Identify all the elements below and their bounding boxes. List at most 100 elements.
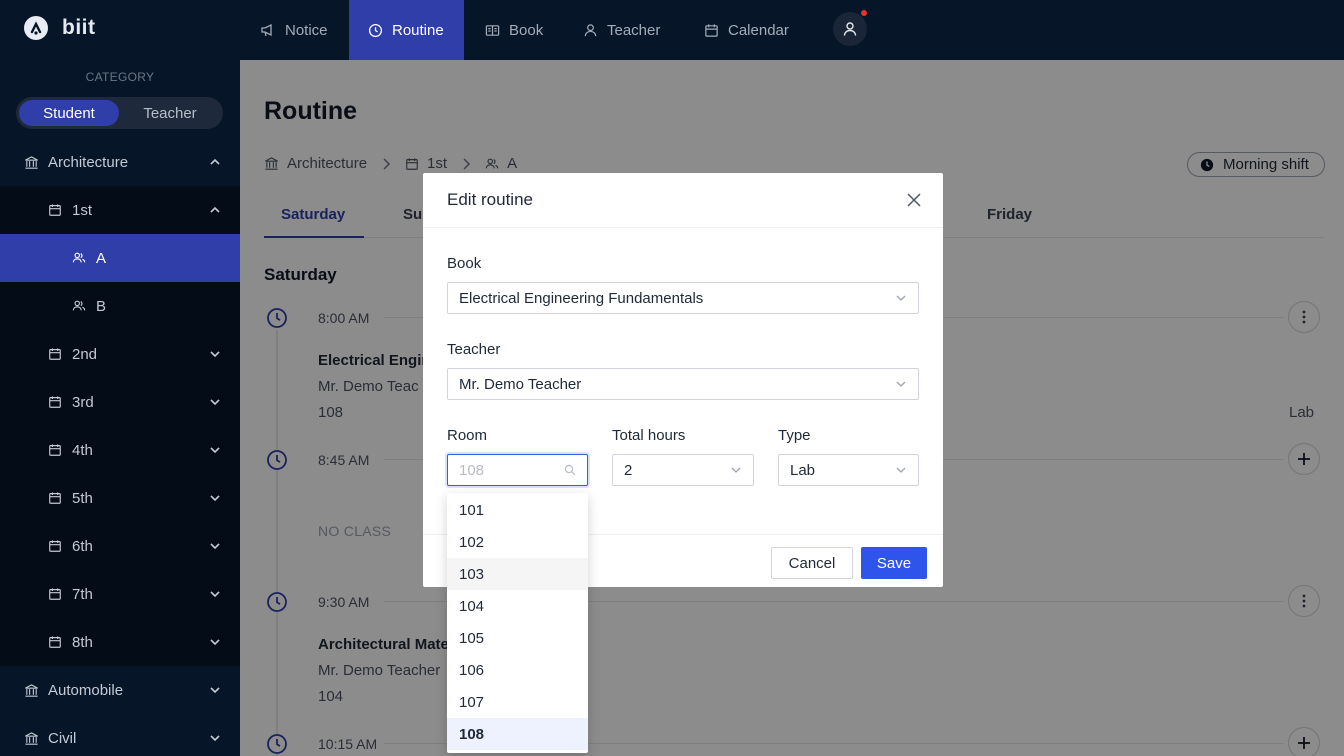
chevron-down-icon [895,464,907,476]
sidebar-semester-5th[interactable]: 5th [0,474,240,522]
chevron-down-icon [209,732,221,744]
sidebar-dept-civil[interactable]: Civil [0,714,240,756]
sidebar-semester-7th[interactable]: 7th [0,570,240,618]
sidebar-semester-label: 4th [72,441,93,459]
category-label: CATEGORY [85,70,155,84]
calendar-icon [704,23,719,38]
room-option[interactable]: 106 [447,654,588,686]
sidebar-semester-label: 3rd [72,393,94,411]
sidebar-semester-4th[interactable]: 4th [0,426,240,474]
top-navbar: biit Notice Routine Book Teacher Calenda… [0,0,1344,60]
sidebar-semester-label: 7th [72,585,93,603]
nav-calendar[interactable]: Calendar [704,0,804,60]
sidebar-dept-automobile[interactable]: Automobile [0,666,240,714]
teacher-field-label: Teacher [447,341,501,358]
chevron-down-icon [209,492,221,504]
sidebar-semester-label: 2nd [72,345,98,363]
chevron-down-icon [209,636,221,648]
room-select[interactable]: 108 [447,454,588,486]
clock-icon [368,23,383,38]
nav-notice[interactable]: Notice [260,0,340,60]
room-option[interactable]: 101 [447,494,588,526]
calendar-icon [48,539,62,553]
nav-routine[interactable]: Routine [349,0,464,60]
room-option[interactable]: 103 [447,558,588,590]
sidebar-section-a[interactable]: A [0,234,240,282]
room-field-label: Room [447,427,488,444]
chevron-down-icon [895,378,907,390]
sidebar-section-label: B [96,297,107,315]
user-avatar-icon [843,22,857,36]
app-logo[interactable]: biit [24,16,96,40]
chevron-up-icon [209,156,221,168]
group-icon [72,299,86,313]
type-field-label: Type [778,427,811,444]
chevron-down-icon [209,540,221,552]
book-select[interactable]: Electrical Engineering Fundamentals [447,282,919,314]
nav-teacher[interactable]: Teacher [583,0,673,60]
sidebar: CATEGORY Student Teacher Architecture 1s… [0,60,240,756]
close-button[interactable] [905,191,923,209]
segment-teacher[interactable]: Teacher [120,100,220,126]
institution-icon [24,731,39,746]
chevron-down-icon [209,396,221,408]
chevron-up-icon [209,204,221,216]
sidebar-semester-6th[interactable]: 6th [0,522,240,570]
megaphone-icon [260,22,276,38]
calendar-icon [48,395,62,409]
calendar-icon [48,587,62,601]
nav-notice-label: Notice [285,21,328,39]
teacher-select-value: Mr. Demo Teacher [459,375,582,393]
sidebar-section-b[interactable]: B [0,282,240,330]
chevron-down-icon [730,464,742,476]
room-select-placeholder: 108 [459,461,485,479]
room-dropdown-list: 101 102 103 104 105 106 107 108 [447,493,588,753]
institution-icon [24,155,39,170]
app-name: biit [62,16,96,39]
chevron-down-icon [209,348,221,360]
institution-icon [24,683,39,698]
save-button[interactable]: Save [861,547,927,579]
room-option[interactable]: 107 [447,686,588,718]
sidebar-semester-3rd[interactable]: 3rd [0,378,240,426]
sidebar-semester-label: 6th [72,537,93,555]
sidebar-semester-1st[interactable]: 1st [0,186,240,234]
chevron-down-icon [209,444,221,456]
chevron-down-icon [209,588,221,600]
nav-teacher-label: Teacher [607,21,661,39]
sidebar-dept-label: Automobile [48,681,124,699]
user-avatar[interactable] [833,10,867,46]
modal-title: Edit routine [447,190,533,209]
calendar-icon [48,491,62,505]
nav-book[interactable]: Book [485,0,555,60]
sidebar-section-label: A [96,249,107,267]
group-icon [72,251,86,265]
sidebar-semester-8th[interactable]: 8th [0,618,240,666]
book-field-label: Book [447,255,482,272]
sidebar-semester-label: 1st [72,201,93,219]
chevron-down-icon [895,292,907,304]
sidebar-dept-label: Civil [48,729,77,747]
search-icon [564,464,576,476]
room-option-selected[interactable]: 108 [447,718,588,750]
hours-select[interactable]: 2 [612,454,754,486]
calendar-icon [48,347,62,361]
sidebar-dept-architecture[interactable]: Architecture [0,138,240,186]
book-select-value: Electrical Engineering Fundamentals [459,289,704,307]
calendar-icon [48,635,62,649]
modal-header: Edit routine [423,173,943,228]
type-select[interactable]: Lab [778,454,919,486]
nav-book-label: Book [509,21,544,39]
sidebar-semester-label: 8th [72,633,93,651]
teacher-select[interactable]: Mr. Demo Teacher [447,368,919,400]
room-option[interactable]: 104 [447,590,588,622]
nav-routine-label: Routine [392,21,444,39]
cancel-button[interactable]: Cancel [771,547,853,579]
room-option[interactable]: 105 [447,622,588,654]
segment-student[interactable]: Student [19,100,119,126]
type-select-value: Lab [790,461,816,479]
room-option[interactable]: 102 [447,526,588,558]
sidebar-semester-2nd[interactable]: 2nd [0,330,240,378]
hours-field-label: Total hours [612,427,686,444]
close-icon [907,193,921,207]
